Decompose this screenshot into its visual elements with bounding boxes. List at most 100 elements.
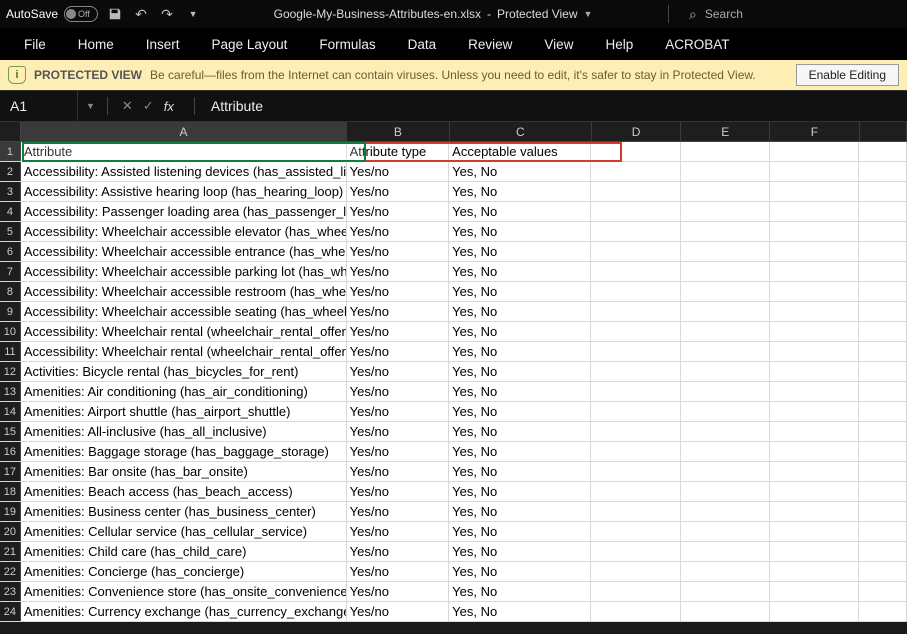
cell[interactable] — [859, 362, 907, 381]
cell[interactable]: Yes/no — [347, 522, 450, 541]
cell[interactable]: Yes, No — [449, 342, 591, 361]
cell[interactable] — [770, 442, 859, 461]
cell[interactable]: Amenities: Beach access (has_beach_acces… — [21, 482, 347, 501]
row-header[interactable]: 21 — [0, 542, 21, 561]
cell[interactable] — [591, 422, 680, 441]
cell[interactable] — [770, 182, 859, 201]
cell[interactable] — [591, 262, 680, 281]
col-header-B[interactable]: B — [347, 122, 449, 141]
cell[interactable]: Amenities: Bar onsite (has_bar_onsite) — [21, 462, 347, 481]
autosave-toggle[interactable]: AutoSave Off — [6, 6, 98, 22]
select-all-corner[interactable] — [0, 122, 21, 141]
cell[interactable]: Accessibility: Wheelchair rental (wheelc… — [21, 342, 347, 361]
tab-review[interactable]: Review — [452, 28, 528, 60]
cell[interactable] — [681, 462, 770, 481]
row-header[interactable]: 20 — [0, 522, 21, 541]
cell[interactable] — [859, 442, 907, 461]
cell[interactable]: Yes/no — [347, 482, 450, 501]
cell[interactable]: Yes/no — [347, 562, 450, 581]
cell[interactable]: Yes/no — [347, 342, 450, 361]
cell[interactable]: Accessibility: Passenger loading area (h… — [21, 202, 347, 221]
cell[interactable]: Yes/no — [347, 402, 450, 421]
cell[interactable]: Yes, No — [449, 182, 591, 201]
cell[interactable]: Amenities: Business center (has_business… — [21, 502, 347, 521]
cell[interactable] — [770, 282, 859, 301]
undo-icon[interactable]: ↶ — [132, 5, 150, 23]
search-box[interactable]: ⌕ Search — [681, 6, 901, 23]
cell[interactable]: Yes, No — [449, 482, 591, 501]
cell[interactable] — [770, 322, 859, 341]
cell[interactable] — [591, 322, 680, 341]
cell[interactable]: Yes, No — [449, 242, 591, 261]
cell[interactable]: Yes, No — [449, 282, 591, 301]
cell[interactable]: Yes/no — [347, 222, 450, 241]
cell[interactable] — [859, 522, 907, 541]
cell[interactable] — [859, 342, 907, 361]
tab-insert[interactable]: Insert — [130, 28, 196, 60]
cell[interactable]: Yes, No — [449, 462, 591, 481]
cell[interactable]: Amenities: Child care (has_child_care) — [21, 542, 347, 561]
cell[interactable] — [770, 262, 859, 281]
cell[interactable]: Yes/no — [347, 582, 450, 601]
cell[interactable] — [770, 422, 859, 441]
cell[interactable]: Yes/no — [347, 262, 450, 281]
tab-formulas[interactable]: Formulas — [303, 28, 391, 60]
col-header-F[interactable]: F — [770, 122, 859, 141]
qat-more-icon[interactable]: ▼ — [184, 5, 202, 23]
cell[interactable]: Amenities: Concierge (has_concierge) — [21, 562, 347, 581]
cell[interactable] — [681, 502, 770, 521]
row-header[interactable]: 24 — [0, 602, 21, 621]
cell[interactable] — [859, 602, 907, 621]
cell[interactable]: Yes/no — [347, 282, 450, 301]
cell[interactable] — [770, 582, 859, 601]
cell[interactable]: Amenities: All-inclusive (has_all_inclus… — [21, 422, 347, 441]
cell[interactable] — [681, 402, 770, 421]
cell[interactable] — [859, 582, 907, 601]
cell[interactable]: Yes/no — [347, 202, 450, 221]
cell[interactable] — [681, 302, 770, 321]
row-header[interactable]: 3 — [0, 182, 21, 201]
cell[interactable] — [591, 542, 680, 561]
tab-file[interactable]: File — [8, 28, 62, 60]
grid[interactable]: 1AttributeAttribute typeAcceptable value… — [0, 142, 907, 622]
cell[interactable] — [770, 362, 859, 381]
cell[interactable] — [859, 302, 907, 321]
cell[interactable]: Yes/no — [347, 242, 450, 261]
cell[interactable] — [591, 282, 680, 301]
cell[interactable]: Accessibility: Wheelchair accessible sea… — [21, 302, 347, 321]
cell[interactable]: Yes/no — [347, 322, 450, 341]
cell[interactable] — [859, 142, 907, 161]
col-header-E[interactable]: E — [681, 122, 770, 141]
tab-page-layout[interactable]: Page Layout — [196, 28, 304, 60]
cell[interactable]: Amenities: Airport shuttle (has_airport_… — [21, 402, 347, 421]
cell[interactable] — [681, 162, 770, 181]
cell[interactable] — [859, 482, 907, 501]
row-header[interactable]: 8 — [0, 282, 21, 301]
row-header[interactable]: 23 — [0, 582, 21, 601]
cell[interactable]: Yes, No — [449, 382, 591, 401]
cell[interactable]: Yes, No — [449, 422, 591, 441]
cell[interactable]: Accessibility: Wheelchair accessible ent… — [21, 242, 347, 261]
cell[interactable] — [681, 382, 770, 401]
row-header[interactable]: 9 — [0, 302, 21, 321]
cell[interactable] — [859, 542, 907, 561]
col-header-C[interactable]: C — [450, 122, 592, 141]
cell[interactable]: Yes, No — [449, 302, 591, 321]
cell[interactable] — [681, 182, 770, 201]
cell[interactable] — [859, 202, 907, 221]
cell[interactable] — [681, 202, 770, 221]
cell[interactable] — [591, 562, 680, 581]
cell[interactable]: Accessibility: Assisted listening device… — [21, 162, 347, 181]
cell[interactable]: Yes, No — [449, 202, 591, 221]
tab-data[interactable]: Data — [392, 28, 453, 60]
cell[interactable] — [681, 422, 770, 441]
cell[interactable]: Attribute type — [347, 142, 450, 161]
row-header[interactable]: 17 — [0, 462, 21, 481]
cell[interactable] — [591, 462, 680, 481]
cell[interactable] — [770, 162, 859, 181]
cell[interactable] — [859, 162, 907, 181]
cell[interactable] — [770, 502, 859, 521]
cell[interactable]: Accessibility: Wheelchair accessible ele… — [21, 222, 347, 241]
row-header[interactable]: 1 — [0, 142, 21, 161]
row-header[interactable]: 14 — [0, 402, 21, 421]
